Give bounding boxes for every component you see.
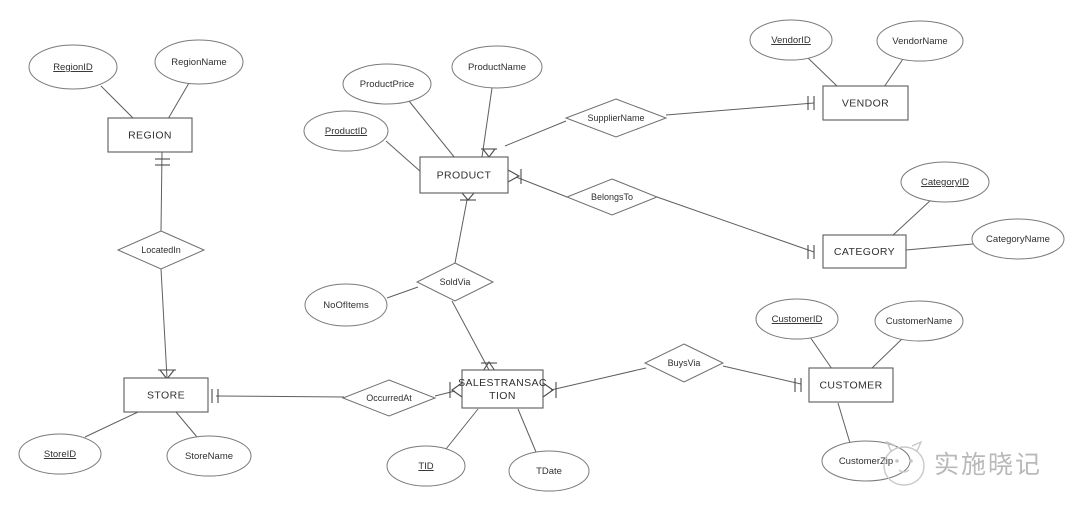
entity-label: STORE: [147, 389, 185, 401]
conn-categoryname-category: [905, 243, 974, 251]
entity-label: CUSTOMER: [819, 379, 882, 391]
relationship-label: BelongsTo: [591, 192, 633, 202]
conn-productprice-product: [408, 100, 456, 159]
relationship-label: LocatedIn: [141, 245, 181, 255]
attribute-tid[interactable]: TID: [386, 445, 466, 487]
relationship-suppliername[interactable]: SupplierName: [564, 98, 668, 138]
attribute-label: VendorName: [892, 36, 947, 47]
entity-label: CATEGORY: [834, 246, 895, 258]
attribute-vendorid[interactable]: VendorID: [749, 19, 833, 61]
card-product-top-crowsfoot: [482, 148, 496, 158]
attribute-noofitems[interactable]: NoOfItems: [304, 283, 388, 327]
attribute-tdate[interactable]: TDate: [508, 450, 590, 492]
conn-regionname-region: [167, 82, 190, 120]
er-diagram-svg: RegionID RegionName ProductPrice ProductNam…: [18, 19, 1065, 492]
attribute-vendorname[interactable]: VendorName: [876, 20, 964, 62]
conn-customername-customer: [870, 337, 904, 370]
conn-noofitems-soldvia: [386, 286, 419, 299]
relationship-label: BuysVia: [668, 358, 701, 368]
attribute-customername[interactable]: CustomerName: [874, 300, 964, 342]
conn-productname-product: [481, 87, 493, 158]
conn-vendorname-vendor: [883, 58, 904, 88]
conn-product-suppliername: [504, 120, 567, 147]
penguin-eye-left-icon: [895, 459, 899, 463]
attribute-label: CustomerID: [772, 314, 823, 325]
relationship-occurredat[interactable]: OccurredAt: [341, 379, 437, 417]
attribute-customerid[interactable]: CustomerID: [755, 298, 839, 340]
attribute-productid[interactable]: ProductID: [303, 110, 389, 152]
conn-storeid-store: [84, 411, 139, 438]
attribute-label: CustomerName: [886, 316, 953, 327]
conn-buysvia-customer: [722, 365, 802, 385]
conn-store-occurredat: [215, 395, 345, 398]
entity-sales[interactable]: SALESTRANSACTION: [458, 369, 547, 409]
entity-label: REGION: [128, 129, 172, 141]
conn-categoryid-category: [891, 198, 933, 237]
relationship-soldvia[interactable]: SoldVia: [415, 262, 495, 302]
attribute-productprice[interactable]: ProductPrice: [342, 63, 432, 105]
entity-category[interactable]: CATEGORY: [822, 234, 907, 269]
conn-occurredat-sales: [434, 390, 456, 397]
conn-vendorid-vendor: [807, 57, 839, 88]
attribute-regionid[interactable]: RegionID: [28, 44, 118, 90]
attribute-label: TDate: [536, 466, 562, 477]
entity-store[interactable]: STORE: [123, 377, 209, 413]
attribute-label: RegionID: [53, 62, 93, 73]
card-product-bottom-crowsfoot: [461, 192, 475, 201]
relationship-belongsto[interactable]: BelongsTo: [565, 178, 659, 216]
relationship-label: SoldVia: [440, 277, 471, 287]
entity-label: VENDOR: [842, 97, 889, 109]
entity-label: PRODUCT: [437, 169, 492, 181]
conn-storename-store: [175, 411, 198, 438]
penguin-eye-right-icon: [909, 459, 913, 463]
relationship-locatedin[interactable]: LocatedIn: [116, 230, 206, 270]
relationships-layer: SupplierName BelongsTo LocatedIn SoldVia Occ…: [116, 98, 725, 417]
attribute-label: NoOfItems: [323, 300, 369, 311]
conn-tdate-sales: [517, 408, 537, 453]
conn-regionid-region: [100, 85, 135, 120]
attribute-label: ProductID: [325, 126, 367, 137]
attribute-label: StoreID: [44, 449, 76, 460]
attribute-label: CategoryName: [986, 234, 1050, 245]
conn-product-soldvia: [454, 199, 468, 264]
entity-customer[interactable]: CUSTOMER: [808, 367, 894, 403]
conn-customerzip-customer: [837, 402, 851, 444]
conn-customerid-customer: [809, 336, 833, 370]
attribute-storeid[interactable]: StoreID: [18, 433, 102, 475]
er-diagram-canvas: RegionID RegionName ProductPrice ProductNam…: [0, 0, 1080, 512]
relationship-label: SupplierName: [587, 113, 644, 123]
attribute-label: ProductName: [468, 62, 526, 73]
conn-tid-sales: [445, 408, 479, 450]
relationship-buysvia[interactable]: BuysVia: [643, 343, 725, 383]
entity-region[interactable]: REGION: [107, 117, 193, 153]
attribute-regionname[interactable]: RegionName: [154, 39, 244, 85]
conn-sales-buysvia: [550, 367, 647, 391]
watermark-label: 实施晓记: [934, 450, 1042, 479]
attribute-label: RegionName: [171, 57, 226, 68]
conn-soldvia-sales: [451, 300, 490, 371]
card-product-right-crowsfoot: [507, 169, 521, 183]
conn-productid-product: [385, 140, 422, 173]
attribute-label: VendorID: [771, 35, 811, 46]
attribute-storename[interactable]: StoreName: [166, 435, 252, 477]
attribute-label: CategoryID: [921, 177, 969, 188]
attribute-categoryname[interactable]: CategoryName: [971, 218, 1065, 260]
attribute-label: StoreName: [185, 451, 233, 462]
relationship-label: OccurredAt: [366, 393, 412, 403]
attribute-categoryid[interactable]: CategoryID: [900, 161, 990, 203]
conn-region-locatedin: [160, 151, 163, 232]
conn-suppliername-vendor: [665, 102, 815, 116]
entity-vendor[interactable]: VENDOR: [822, 85, 909, 121]
entity-label: SALESTRANSAC: [458, 377, 547, 389]
entity-product[interactable]: PRODUCT: [419, 156, 509, 194]
attribute-label: TID: [418, 461, 433, 472]
entity-label-line2: TION: [489, 390, 516, 402]
conn-belongsto-category: [656, 196, 815, 253]
attribute-productname[interactable]: ProductName: [451, 45, 543, 89]
conn-locatedin-store: [160, 268, 168, 379]
conn-product-belongsto: [515, 176, 568, 198]
attribute-label: ProductPrice: [360, 79, 414, 90]
entities-layer: REGION PRODUCT VENDOR CATEGORY STORE SALESTRA…: [107, 85, 909, 413]
